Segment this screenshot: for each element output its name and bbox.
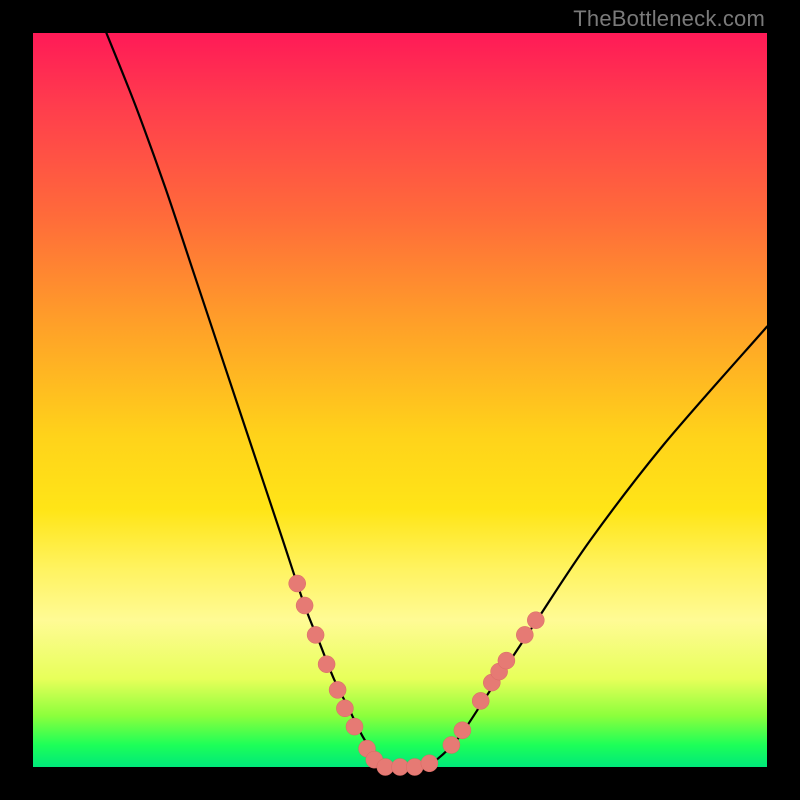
- marker-group: [289, 575, 545, 776]
- curve-marker: [329, 681, 346, 698]
- curve-marker: [346, 718, 363, 735]
- curve-marker: [516, 626, 533, 643]
- curve-marker: [498, 652, 515, 669]
- outer-frame: TheBottleneck.com: [0, 0, 800, 800]
- curve-marker: [307, 626, 324, 643]
- curve-marker: [527, 612, 544, 629]
- chart-svg: [33, 33, 767, 767]
- curve-marker: [318, 656, 335, 673]
- curve-marker: [296, 597, 313, 614]
- curve-marker: [454, 722, 471, 739]
- watermark-text: TheBottleneck.com: [573, 6, 765, 32]
- curve-marker: [443, 737, 460, 754]
- curve-marker: [472, 692, 489, 709]
- curve-marker: [406, 759, 423, 776]
- curve-marker: [336, 700, 353, 717]
- curve-marker: [421, 755, 438, 772]
- curve-marker: [289, 575, 306, 592]
- bottleneck-curve: [106, 33, 767, 768]
